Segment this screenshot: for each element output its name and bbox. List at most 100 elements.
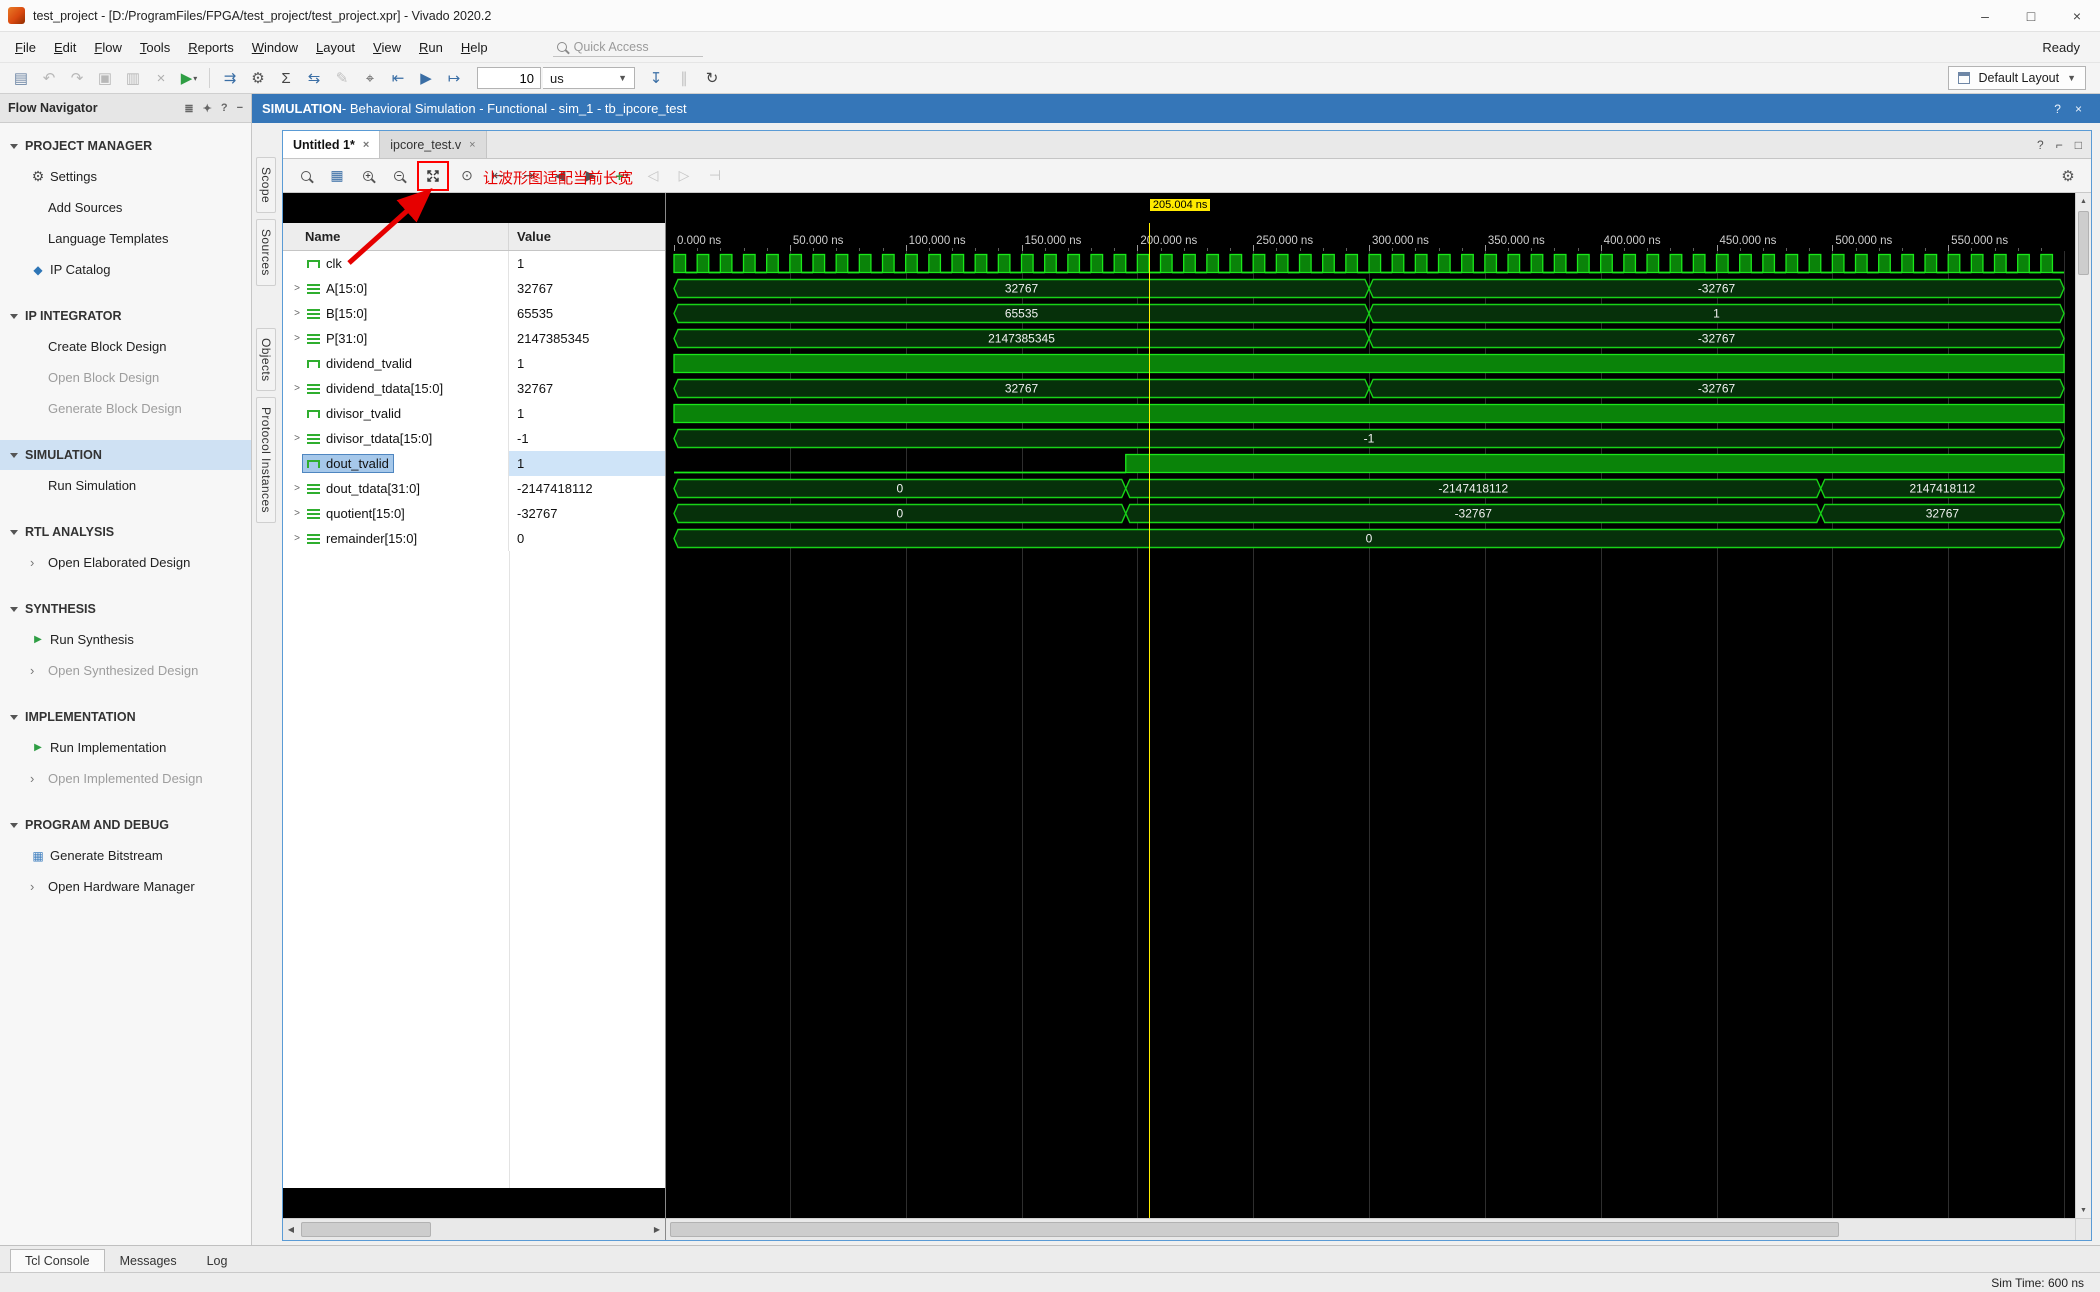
wave-row-a-15-0[interactable]: 32767 -32767	[666, 276, 2075, 301]
pin-icon[interactable]: ✦	[203, 102, 212, 115]
nav-item-add-sources[interactable]: Add Sources	[0, 192, 251, 223]
scroll-left-icon[interactable]: ◀	[283, 1219, 299, 1240]
breakpoints-icon[interactable]: ⇆	[301, 65, 327, 91]
previous-marker-icon[interactable]: ◁	[640, 164, 666, 188]
wave-row-p-31-0[interactable]: 2147385345 -32767	[666, 326, 2075, 351]
expander-icon[interactable]: >	[291, 283, 303, 294]
wave-vscrollbar[interactable]: ▲ ▼	[2075, 193, 2091, 1240]
restart-icon[interactable]: ⇤	[385, 65, 411, 91]
expander-icon[interactable]: >	[291, 533, 303, 544]
paste-icon[interactable]: ▥	[120, 65, 146, 91]
signal-row-quotient-15-0[interactable]: > quotient[15:0] -32767	[283, 501, 665, 526]
help-icon[interactable]: ?	[2037, 138, 2044, 152]
nav-item-open-implemented-design[interactable]: › Open Implemented Design	[0, 763, 251, 794]
bottom-tab-log[interactable]: Log	[192, 1249, 243, 1272]
signal-name-cell[interactable]: > P[31:0]	[283, 326, 509, 351]
layout-select[interactable]: Default Layout ▼	[1948, 66, 2086, 90]
settings-icon[interactable]: ⚙	[245, 65, 271, 91]
scroll-up-icon[interactable]: ▲	[2076, 193, 2091, 209]
signal-row-dividend-tdata-15-0[interactable]: > dividend_tdata[15:0] 32767	[283, 376, 665, 401]
expander-icon[interactable]: >	[291, 433, 303, 444]
wave-row-divisor-tdata-15-0[interactable]: -1	[666, 426, 2075, 451]
step-icon[interactable]: ⇉	[217, 65, 243, 91]
nav-item-generate-block-design[interactable]: Generate Block Design	[0, 393, 251, 424]
signal-row-dout-tdata-31-0[interactable]: > dout_tdata[31:0] -2147418112	[283, 476, 665, 501]
wave-row-dividend-tvalid[interactable]	[666, 351, 2075, 376]
bottom-tab-messages[interactable]: Messages	[105, 1249, 192, 1272]
panel-tab-protocol-instances[interactable]: Protocol Instances	[256, 397, 276, 524]
undo-icon[interactable]: ↶	[36, 65, 62, 91]
wave-settings-icon[interactable]: ⚙	[2055, 164, 2081, 188]
name-column-header[interactable]: Name	[283, 223, 509, 250]
wave-cursor[interactable]	[1148, 223, 1150, 1218]
step-time-icon[interactable]: ↧	[643, 65, 669, 91]
save-waveform-icon[interactable]: ▦	[324, 164, 350, 188]
menu-view[interactable]: View	[364, 35, 410, 60]
simulation-time-input[interactable]	[477, 67, 541, 89]
probe-icon[interactable]: ⌖	[357, 65, 383, 91]
close-button[interactable]: ×	[2054, 0, 2100, 32]
signal-name-cell[interactable]: > quotient[15:0]	[283, 501, 509, 526]
next-marker-icon[interactable]: ▷	[671, 164, 697, 188]
close-icon[interactable]: ×	[363, 139, 369, 151]
panel-tab-sources[interactable]: Sources	[256, 219, 276, 286]
zoom-out-icon[interactable]: −	[386, 164, 412, 188]
nav-item-ip-catalog[interactable]: ◆ IP Catalog	[0, 254, 251, 285]
open-recent-icon[interactable]: ▤	[8, 65, 34, 91]
nav-item-run-implementation[interactable]: ▶ Run Implementation	[0, 732, 251, 763]
signal-name-cell[interactable]: > dividend_tdata[15:0]	[283, 376, 509, 401]
nav-header-ip-integrator[interactable]: IP INTEGRATOR	[0, 301, 251, 331]
expander-icon[interactable]: >	[291, 383, 303, 394]
maximize-button[interactable]: □	[2008, 0, 2054, 32]
flow-options-icon[interactable]: ≣	[184, 102, 193, 115]
bottom-tab-tcl-console[interactable]: Tcl Console	[10, 1249, 105, 1272]
wave-row-clk[interactable]	[666, 251, 2075, 276]
nav-item-open-synthesized-design[interactable]: › Open Synthesized Design	[0, 655, 251, 686]
close-icon[interactable]: ×	[2075, 102, 2082, 116]
swap-cursors-icon[interactable]: ⊣	[702, 164, 728, 188]
signal-name-cell[interactable]: divisor_tvalid	[283, 401, 509, 426]
nav-item-settings[interactable]: ⚙ Settings	[0, 161, 251, 192]
nav-header-synthesis[interactable]: SYNTHESIS	[0, 594, 251, 624]
expander-icon[interactable]: >	[291, 483, 303, 494]
scroll-right-icon[interactable]: ▶	[649, 1219, 665, 1240]
nav-header-implementation[interactable]: IMPLEMENTATION	[0, 702, 251, 732]
menu-window[interactable]: Window	[243, 35, 307, 60]
menu-flow[interactable]: Flow	[85, 35, 130, 60]
signal-row-a-15-0[interactable]: > A[15:0] 32767	[283, 276, 665, 301]
nav-item-run-simulation[interactable]: Run Simulation	[0, 470, 251, 501]
signal-name-cell[interactable]: > remainder[15:0]	[283, 526, 509, 551]
menu-file[interactable]: File	[6, 35, 45, 60]
copy-icon[interactable]: ▣	[92, 65, 118, 91]
nav-header-program-and-debug[interactable]: PROGRAM AND DEBUG	[0, 810, 251, 840]
menu-run[interactable]: Run	[410, 35, 452, 60]
time-ruler[interactable]: 0.000 ns 50.000 ns 100.000 ns 150.000 ns 200…	[666, 223, 2075, 251]
expander-icon[interactable]: >	[291, 308, 303, 319]
expander-icon[interactable]: >	[291, 333, 303, 344]
panel-tab-objects[interactable]: Objects	[256, 327, 276, 392]
signal-name-cell[interactable]: > A[15:0]	[283, 276, 509, 301]
wave-row-b-15-0[interactable]: 65535 1	[666, 301, 2075, 326]
redo-icon[interactable]: ↷	[64, 65, 90, 91]
signal-row-p-31-0[interactable]: > P[31:0] 2147385345	[283, 326, 665, 351]
run-all-icon[interactable]: ▶	[413, 65, 439, 91]
delete-icon[interactable]: ×	[148, 65, 174, 91]
scrollbar-thumb[interactable]	[301, 1222, 431, 1237]
menu-layout[interactable]: Layout	[307, 35, 364, 60]
quick-access-search[interactable]: Quick Access	[552, 38, 703, 57]
signal-name-cell[interactable]: dividend_tvalid	[283, 351, 509, 376]
find-icon[interactable]	[293, 164, 319, 188]
signal-name-cell[interactable]: dout_tvalid	[283, 451, 509, 476]
wave-row-dout-tdata-31-0[interactable]: 0 -2147418112 2147418112	[666, 476, 2075, 501]
maximize-icon[interactable]: □	[2075, 138, 2082, 152]
zoom-in-icon[interactable]: +	[355, 164, 381, 188]
minimize-icon[interactable]: −	[237, 102, 243, 115]
doc-tab-ipcore-test-v[interactable]: ipcore_test.v ×	[380, 131, 487, 158]
signal-row-remainder-15-0[interactable]: > remainder[15:0] 0	[283, 526, 665, 551]
run-for-icon[interactable]: ↦	[441, 65, 467, 91]
wave-row-dout-tvalid[interactable]	[666, 451, 2075, 476]
help-icon[interactable]: ?	[221, 102, 228, 115]
nav-item-open-hardware-manager[interactable]: › Open Hardware Manager	[0, 871, 251, 902]
report-sigma-icon[interactable]: Σ	[273, 65, 299, 91]
zoom-fit-icon[interactable]	[420, 164, 446, 188]
